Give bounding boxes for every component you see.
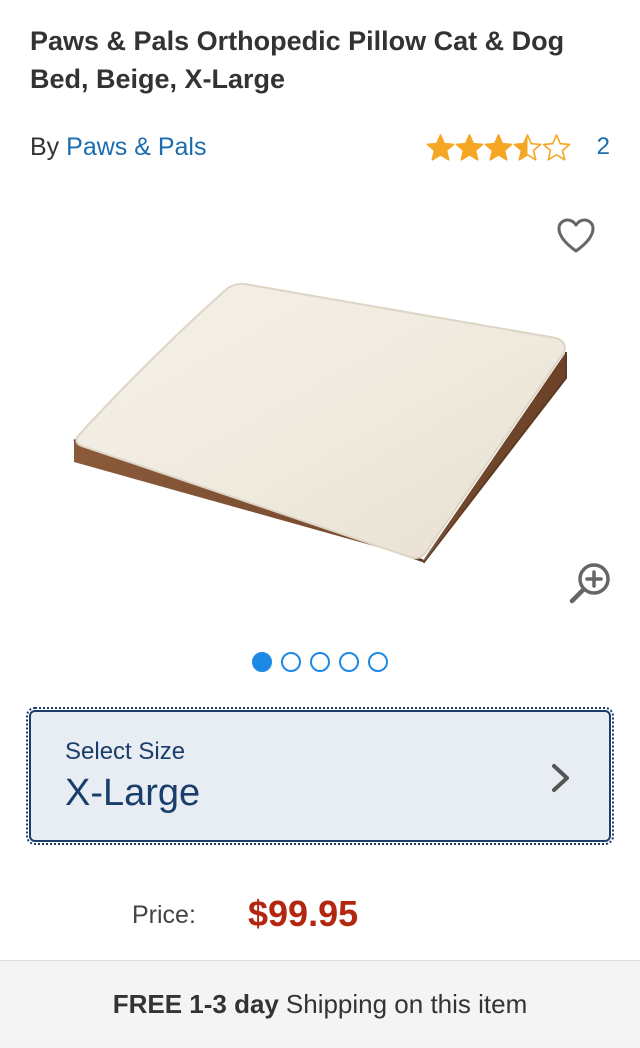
- pagination-dot[interactable]: [368, 652, 388, 672]
- brand-line: By Paws & Pals: [30, 133, 206, 162]
- pagination-dot-active[interactable]: [252, 652, 272, 672]
- price-label: Price:: [132, 901, 196, 929]
- by-prefix: By: [30, 132, 60, 161]
- selected-size: X-Large: [65, 772, 201, 814]
- brand-rating-row: By Paws & Pals 2: [30, 130, 610, 164]
- product-title: Paws & Pals Orthopedic Pillow Cat & Dog …: [30, 26, 565, 94]
- star-empty-icon: [542, 133, 571, 161]
- price-value: $99.95: [248, 893, 359, 934]
- star-full-icon: [426, 133, 455, 161]
- rating-summary[interactable]: 2: [426, 133, 610, 162]
- heart-outline-icon[interactable]: [556, 217, 596, 255]
- star-full-icon: [484, 133, 513, 161]
- product-image: [73, 283, 567, 564]
- review-count-link[interactable]: 2: [597, 133, 610, 161]
- shipping-text: Shipping on this item: [285, 989, 528, 1019]
- zoom-in-icon[interactable]: [566, 560, 614, 606]
- chevron-right-icon: [552, 764, 569, 792]
- shipping-banner: FREE 1-3 day Shipping on this item: [0, 960, 640, 1048]
- product-image-gallery[interactable]: [0, 200, 640, 620]
- star-rating: [426, 133, 571, 162]
- pagination-dot[interactable]: [310, 652, 330, 672]
- star-half-icon: [513, 133, 542, 161]
- size-selector[interactable]: Select Size X-Large: [26, 707, 614, 845]
- price-row: Price: $99.95: [0, 893, 640, 937]
- brand-link[interactable]: Paws & Pals: [66, 133, 206, 161]
- star-full-icon: [455, 133, 484, 161]
- image-pagination: [0, 652, 640, 672]
- pagination-dot[interactable]: [281, 652, 301, 672]
- shipping-bold-text: FREE 1-3 day: [112, 989, 279, 1019]
- size-selector-label: Select Size: [65, 738, 186, 765]
- pagination-dot[interactable]: [339, 652, 359, 672]
